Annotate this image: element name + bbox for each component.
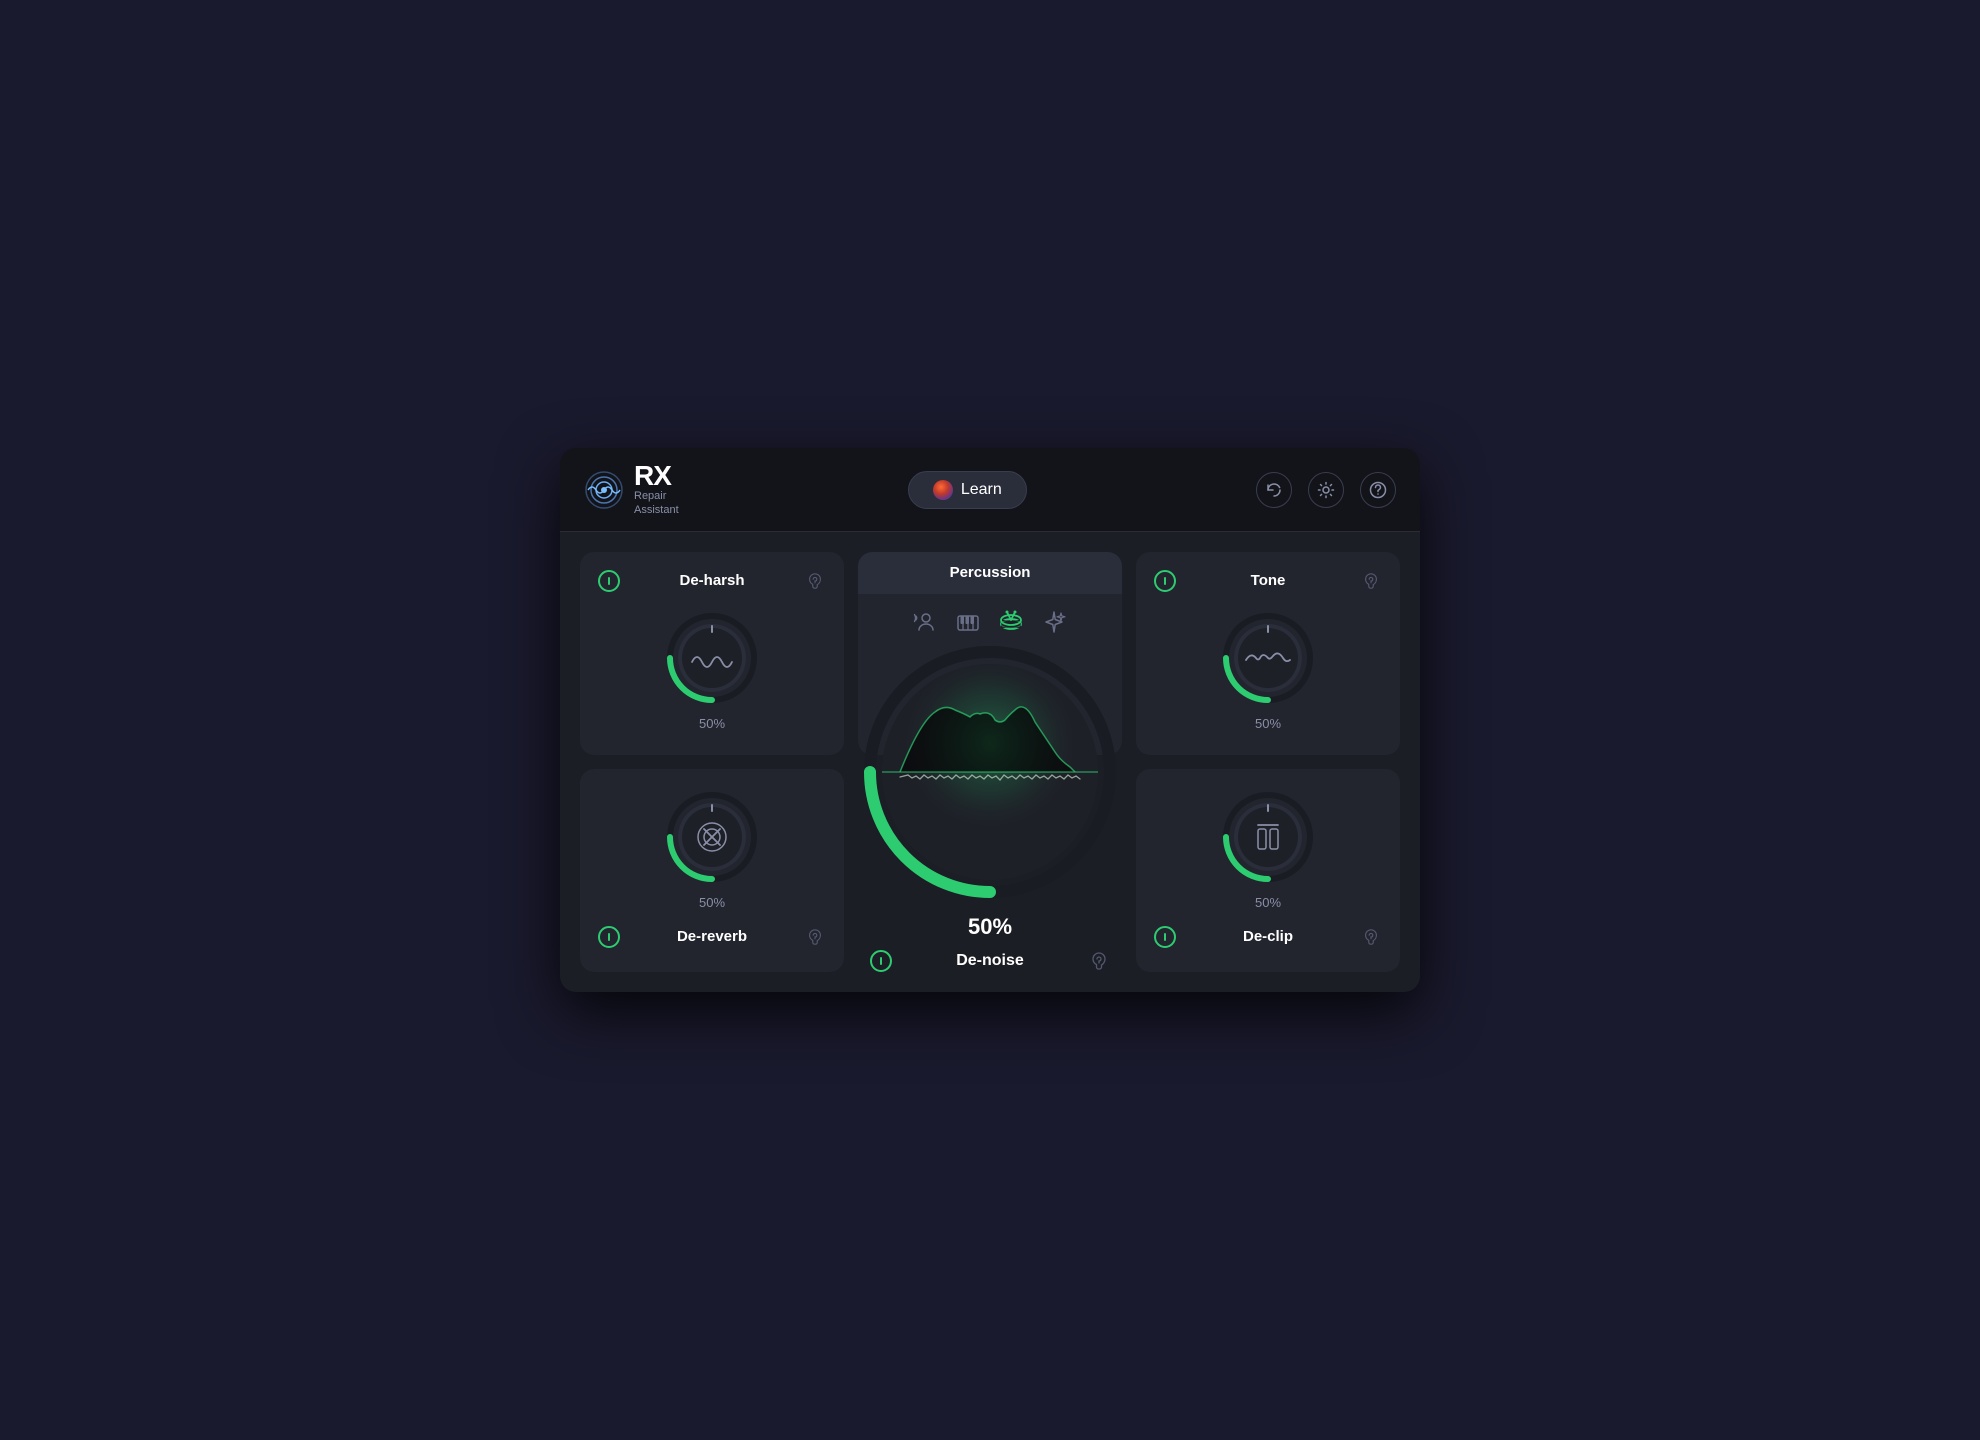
rx-logo-icon [584,470,624,510]
help-button[interactable] [1360,472,1396,508]
de-clip-listen-button[interactable] [1360,926,1382,948]
de-harsh-header: De-harsh [598,570,826,592]
de-reverb-percentage: 50% [699,895,725,910]
de-noise-percentage: 50% [968,914,1012,940]
learn-button-label: Learn [961,481,1002,499]
ear-icon-noise [1089,951,1109,971]
ear-icon-clip [1362,928,1380,946]
tone-knob[interactable] [1218,608,1318,708]
de-clip-module: 50% De-clip [1136,769,1400,972]
de-harsh-title: De-harsh [679,572,744,589]
settings-button[interactable] [1308,472,1344,508]
main-area: De-harsh [560,532,1420,992]
undo-icon [1265,481,1283,499]
de-reverb-listen-button[interactable] [804,926,826,948]
plugin-container: RX Repair Assistant Learn [560,448,1420,991]
tone-listen-button[interactable] [1360,570,1382,592]
learn-button[interactable]: Learn [908,471,1027,509]
de-reverb-power-button[interactable] [598,926,620,948]
logo-area: RX Repair Assistant [584,462,679,516]
tone-percentage: 50% [1255,716,1281,731]
tone-title: Tone [1251,572,1286,589]
de-clip-power-button[interactable] [1154,926,1176,948]
de-harsh-module: De-harsh [580,552,844,755]
de-clip-knob[interactable] [1218,787,1318,887]
tone-power-button[interactable] [1154,570,1176,592]
tone-header: Tone [1154,570,1382,592]
header: RX Repair Assistant Learn [560,448,1420,531]
settings-icon [1317,481,1335,499]
de-harsh-power-button[interactable] [598,570,620,592]
de-reverb-knob[interactable] [662,787,762,887]
de-noise-knob-wrapper: 50% De-noise [860,642,1120,972]
de-noise-title: De-noise [956,952,1024,970]
de-noise-large-knob[interactable] [860,642,1120,902]
de-noise-power-button[interactable] [870,950,892,972]
de-harsh-percentage: 50% [699,716,725,731]
learn-orb-icon [933,480,953,500]
ear-icon-reverb [806,928,824,946]
de-clip-percentage: 50% [1255,895,1281,910]
de-harsh-knob[interactable] [662,608,762,708]
ear-icon [806,572,824,590]
de-noise-footer: De-noise [860,950,1120,972]
logo-subtitle: Repair Assistant [634,490,679,516]
de-noise-listen-button[interactable] [1088,950,1110,972]
help-icon [1369,481,1387,499]
logo-text: RX Repair Assistant [634,462,679,516]
de-noise-center-area: 50% De-noise [858,552,1122,972]
de-clip-footer: De-clip [1154,926,1382,948]
de-reverb-title: De-reverb [677,928,747,945]
logo-rx-text: RX [634,462,679,490]
header-icons [1256,472,1396,508]
undo-button[interactable] [1256,472,1292,508]
ear-icon-tone [1362,572,1380,590]
de-reverb-module: 50% De-reverb [580,769,844,972]
de-clip-title: De-clip [1243,928,1293,945]
tone-module: Tone 50% [1136,552,1400,755]
de-harsh-listen-button[interactable] [804,570,826,592]
de-reverb-footer: De-reverb [598,926,826,948]
